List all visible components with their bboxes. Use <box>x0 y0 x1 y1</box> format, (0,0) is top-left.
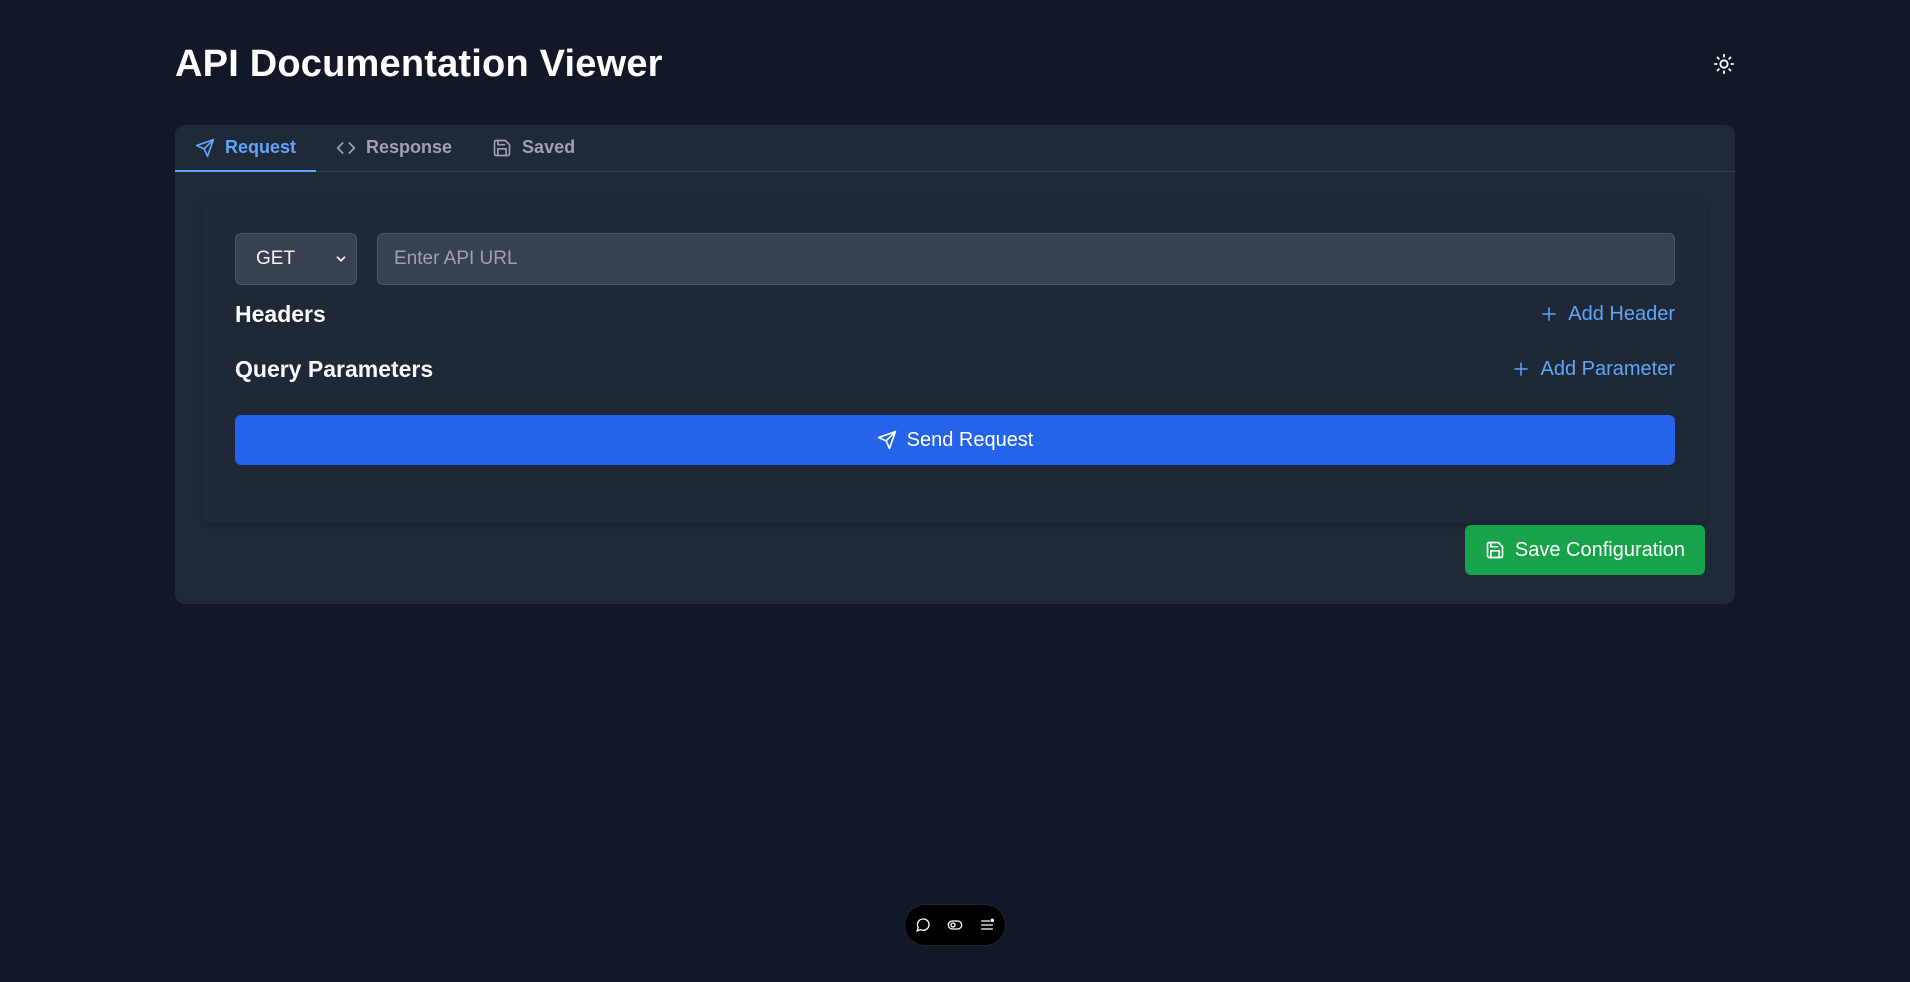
list-button[interactable] <box>977 915 997 935</box>
chat-icon <box>916 918 930 932</box>
tab-request-label: Request <box>225 137 297 157</box>
add-parameter-button[interactable]: Add Parameter <box>1512 358 1675 381</box>
url-input[interactable] <box>377 233 1675 285</box>
request-panel: GET Headers Add Header Query Parameter <box>203 200 1707 523</box>
sun-icon <box>1713 53 1735 75</box>
tab-request[interactable]: Request <box>175 124 317 172</box>
list-icon <box>981 918 994 930</box>
tab-bar: Request Response Saved <box>175 125 1735 172</box>
tab-saved[interactable]: Saved <box>472 124 595 171</box>
query-params-row: Query Parameters Add Parameter <box>235 353 1675 385</box>
query-params-title: Query Parameters <box>235 355 434 382</box>
plus-icon <box>1514 362 1529 376</box>
save-icon <box>1486 541 1504 559</box>
tab-response[interactable]: Response <box>316 124 472 171</box>
headers-row: Headers Add Header <box>235 298 1675 330</box>
send-request-button[interactable]: Send Request <box>235 415 1675 465</box>
add-header-label: Add Header <box>1568 302 1675 325</box>
page-title: API Documentation Viewer <box>175 42 663 85</box>
method-value: GET <box>256 248 296 269</box>
url-row: GET <box>235 233 1675 285</box>
tab-response-label: Response <box>366 137 453 157</box>
chat-button[interactable] <box>913 915 933 935</box>
save-configuration-label: Save Configuration <box>1514 538 1685 561</box>
headers-title: Headers <box>235 300 326 327</box>
chevron-down-icon <box>336 256 346 262</box>
main-card: Request Response Saved GET Enter API URL… <box>175 125 1735 604</box>
save-icon <box>493 139 511 156</box>
floating-toolbar <box>905 905 1005 945</box>
page: API Documentation Viewer Request Respons… <box>0 0 1910 982</box>
send-request-label: Send Request <box>906 428 1034 451</box>
method-select[interactable]: GET <box>235 233 357 285</box>
send-icon <box>877 430 896 450</box>
toggle-button[interactable] <box>945 915 965 935</box>
code-icon <box>336 141 356 154</box>
add-header-button[interactable]: Add Header <box>1540 303 1675 326</box>
plus-icon <box>1542 307 1556 321</box>
header: API Documentation Viewer <box>175 38 1735 90</box>
send-icon <box>195 138 215 157</box>
toggle-icon <box>947 920 963 930</box>
add-parameter-label: Add Parameter <box>1540 357 1675 380</box>
tab-saved-label: Saved <box>522 137 576 157</box>
save-configuration-button[interactable]: Save Configuration <box>1464 525 1705 575</box>
theme-toggle-button[interactable] <box>1707 47 1741 81</box>
